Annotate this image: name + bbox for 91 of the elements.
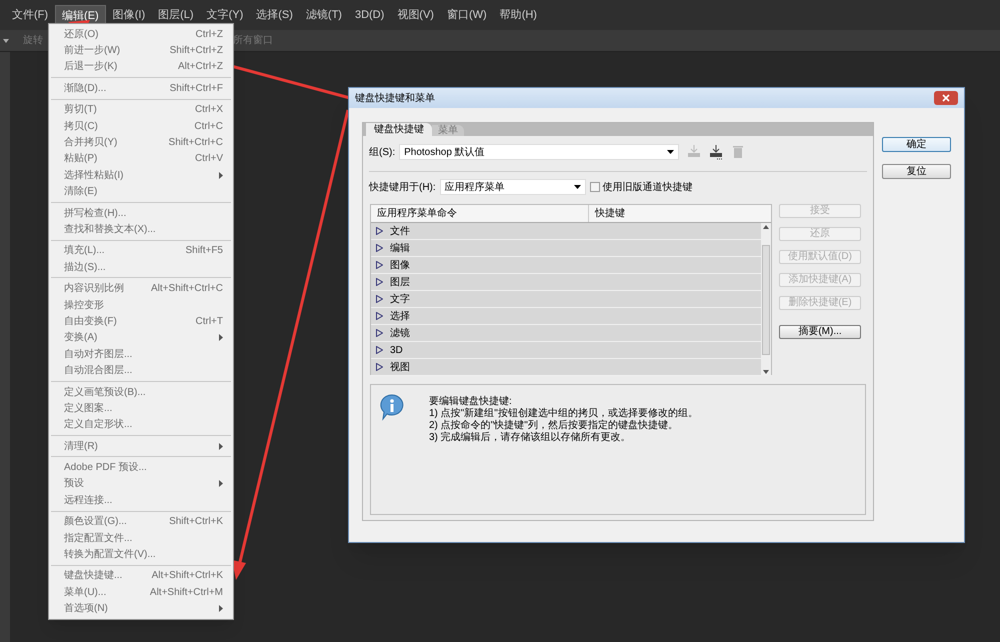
triangle-icon[interactable]: [376, 312, 383, 320]
menu-entry[interactable]: 变换(A): [49, 330, 233, 346]
info-text: 2) 点按命令的"快捷键"列，然后按要指定的键盘快捷键。: [429, 420, 679, 432]
tab[interactable]: 菜单: [432, 125, 464, 136]
column-header[interactable]: 应用程序菜单命令: [371, 205, 589, 222]
menu-entry[interactable]: 选择性粘贴(I): [49, 167, 233, 184]
tab[interactable]: 键盘快捷键: [366, 123, 432, 136]
menu-item[interactable]: 视图(V): [391, 5, 440, 25]
info-text: 1) 点按"新建组"按钮创建选中组的拷贝，或选择要修改的组。: [429, 408, 698, 420]
menu-entry[interactable]: 自动混合图层...: [49, 362, 233, 379]
set-dropdown[interactable]: Photoshop 默认值: [399, 144, 680, 160]
all-windows-label[interactable]: 所有窗口: [233, 33, 273, 48]
rotate-label: 旋转: [23, 34, 43, 48]
menu-entry[interactable]: 定义自定形状...: [49, 416, 233, 433]
info-text: 3) 完成编辑后，请存储该组以存储所有更改。: [429, 432, 632, 444]
dropdown-arrow-icon: [574, 185, 581, 189]
menu-entry[interactable]: 填充(L)... Shift+F5: [49, 242, 233, 260]
triangle-icon[interactable]: [376, 261, 383, 269]
menu-entry[interactable]: 定义图案...: [49, 400, 233, 417]
menu-entry[interactable]: 菜单(U)... Alt+Shift+Ctrl+M: [49, 584, 233, 600]
save-as-icon[interactable]: [709, 144, 724, 160]
menu-item[interactable]: 文件(F): [6, 5, 54, 25]
checkbox-label: 使用旧版通道快捷键: [602, 180, 693, 194]
menu-entry[interactable]: 粘贴(P) Ctrl+V: [49, 150, 233, 168]
dialog-button[interactable]: 确定: [882, 137, 951, 152]
table-row[interactable]: 选择: [371, 308, 761, 325]
menu-entry[interactable]: 首选项(N): [49, 600, 233, 617]
menu-entry[interactable]: 指定配置文件...: [49, 530, 233, 546]
table-row[interactable]: 文字: [371, 291, 761, 308]
menu-entry[interactable]: 渐隐(D)... Shift+Ctrl+F: [49, 80, 233, 97]
scrollbar[interactable]: [761, 223, 771, 376]
info-icon: [379, 393, 405, 421]
close-button[interactable]: [934, 91, 958, 105]
column-header[interactable]: 快捷键: [589, 205, 625, 222]
menu-item[interactable]: 图层(L): [152, 5, 200, 25]
triangle-icon[interactable]: [376, 363, 383, 371]
menu-entry[interactable]: Adobe PDF 预设...: [49, 459, 233, 476]
triangle-icon[interactable]: [376, 244, 383, 252]
menu-item[interactable]: 3D(D): [348, 5, 390, 25]
caret-icon[interactable]: [3, 38, 9, 42]
menu-entry[interactable]: 键盘快捷键... Alt+Shift+Ctrl+K: [49, 568, 233, 584]
menu-entry[interactable]: 自由变换(F) Ctrl+T: [49, 313, 233, 330]
triangle-icon[interactable]: [376, 329, 383, 337]
menu-entry[interactable]: 拷贝(C) Ctrl+C: [49, 118, 233, 134]
menu-entry[interactable]: 前进一步(W) Shift+Ctrl+Z: [49, 42, 233, 59]
menu-entry[interactable]: 操控变形: [49, 296, 233, 314]
table-row[interactable]: 图像: [371, 257, 761, 274]
menu-entry[interactable]: 还原(O) Ctrl+Z: [49, 26, 233, 42]
menu-item[interactable]: 文字(Y): [200, 5, 250, 25]
menu-item[interactable]: 帮助(H): [494, 5, 543, 25]
action-button[interactable]: 摘要(M)...: [779, 325, 861, 339]
close-icon: [942, 94, 950, 102]
menu-entry[interactable]: 清理(R): [49, 438, 233, 454]
menu-entry[interactable]: 内容识别比例 Alt+Shift+Ctrl+C: [49, 280, 233, 297]
table-row[interactable]: 编辑: [371, 240, 761, 257]
triangle-icon[interactable]: [376, 278, 383, 286]
menu-entry[interactable]: 查找和替换文本(X)...: [49, 221, 233, 238]
set-label: 组(S):: [369, 146, 396, 160]
scroll-up-icon[interactable]: [763, 225, 769, 229]
menu-item[interactable]: 窗口(W): [440, 5, 493, 25]
info-text: 要编辑键盘快捷键:: [429, 396, 513, 408]
table-row[interactable]: 视图: [371, 359, 761, 376]
menu-entry[interactable]: 后退一步(K) Alt+Ctrl+Z: [49, 58, 233, 76]
menu-item[interactable]: 图像(I): [106, 5, 152, 25]
menu-entry[interactable]: 转换为配置文件(V)...: [49, 546, 233, 563]
dialog-button[interactable]: 复位: [882, 164, 951, 179]
menu-item[interactable]: 滤镜(T): [300, 5, 348, 25]
shortcuts-for-label: 快捷键用于(H):: [369, 180, 436, 194]
triangle-icon[interactable]: [376, 346, 383, 354]
window-title: 键盘快捷键和菜单: [355, 92, 435, 106]
menu-entry[interactable]: 清除(E): [49, 184, 233, 200]
menu-entry[interactable]: 自动对齐图层...: [49, 346, 233, 362]
table-row[interactable]: 滤镜: [371, 325, 761, 342]
shortcuts-for-dropdown[interactable]: 应用程序菜单: [440, 179, 586, 195]
menu-entry[interactable]: 颜色设置(G)... Shift+Ctrl+K: [49, 514, 233, 530]
checkbox[interactable]: [590, 182, 600, 192]
menu-item[interactable]: 选择(S): [250, 5, 299, 25]
menu-entry[interactable]: 剪切(T) Ctrl+X: [49, 102, 233, 118]
menu-entry[interactable]: 合并拷贝(Y) Shift+Ctrl+C: [49, 134, 233, 151]
menu-entry[interactable]: 描边(S)...: [49, 259, 233, 276]
table-row[interactable]: 图层: [371, 274, 761, 291]
triangle-icon[interactable]: [376, 227, 383, 235]
triangle-icon[interactable]: [376, 295, 383, 303]
menu-entry[interactable]: 拼写检查(H)...: [49, 204, 233, 222]
table-row[interactable]: 文件: [371, 223, 761, 240]
menu-entry[interactable]: 远程连接...: [49, 492, 233, 509]
menu-entry[interactable]: 预设: [49, 476, 233, 492]
menu-entry[interactable]: 定义画笔预设(B)...: [49, 384, 233, 400]
scroll-down-icon[interactable]: [763, 370, 769, 374]
dropdown-arrow-icon: [667, 150, 674, 154]
table-row[interactable]: 3D: [371, 342, 761, 359]
